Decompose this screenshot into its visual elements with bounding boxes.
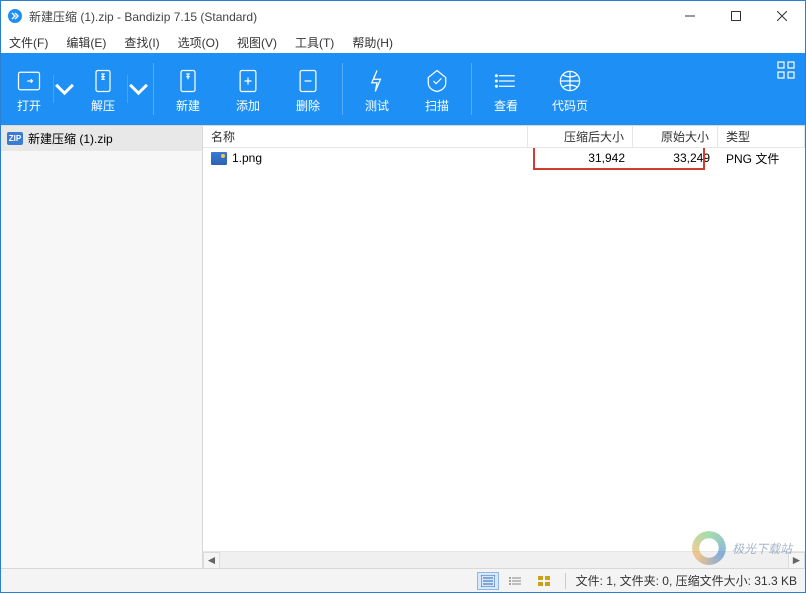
menu-edit[interactable]: 编辑(E) xyxy=(64,32,108,53)
column-original[interactable]: 原始大小 xyxy=(633,126,718,147)
zip-icon: ZIP xyxy=(7,132,23,145)
test-icon xyxy=(363,67,391,95)
column-type[interactable]: 类型 xyxy=(718,126,805,147)
scroll-right-icon[interactable]: ► xyxy=(788,552,805,569)
window-title: 新建压缩 (1).zip - Bandizip 7.15 (Standard) xyxy=(29,8,257,25)
add-icon xyxy=(234,67,262,95)
close-button[interactable] xyxy=(759,1,805,31)
menu-options[interactable]: 选项(O) xyxy=(176,32,221,53)
column-name[interactable]: 名称 xyxy=(203,126,528,147)
menu-view[interactable]: 视图(V) xyxy=(235,32,279,53)
tree-root-label: 新建压缩 (1).zip xyxy=(28,130,113,147)
tree-panel: ZIP 新建压缩 (1).zip xyxy=(1,126,203,568)
column-headers: 名称 压缩后大小 原始大小 类型 xyxy=(203,126,805,148)
minimize-button[interactable] xyxy=(667,1,713,31)
menu-file[interactable]: 文件(F) xyxy=(7,32,50,53)
view-icons-button[interactable] xyxy=(533,572,555,590)
toolbar: 打开 解压 新建 添加 删除 测试 扫描 查看 代码页 xyxy=(1,53,805,125)
file-original-size: 33,249 xyxy=(633,151,718,165)
horizontal-scrollbar[interactable]: ◄ ► xyxy=(203,551,805,568)
extract-button[interactable]: 解压 xyxy=(75,53,149,125)
view-icon xyxy=(492,67,520,95)
view-button[interactable]: 查看 xyxy=(476,53,536,125)
delete-icon xyxy=(294,67,322,95)
file-list: 名称 压缩后大小 原始大小 类型 1.png 31,942 33,249 PNG… xyxy=(203,126,805,568)
app-icon xyxy=(7,8,23,24)
new-icon xyxy=(174,67,202,95)
scroll-left-icon[interactable]: ◄ xyxy=(203,552,220,569)
open-button[interactable]: 打开 xyxy=(1,53,75,125)
maximize-button[interactable] xyxy=(713,1,759,31)
menu-tools[interactable]: 工具(T) xyxy=(293,32,336,53)
menubar: 文件(F) 编辑(E) 查找(I) 选项(O) 视图(V) 工具(T) 帮助(H… xyxy=(1,31,805,53)
file-type: PNG 文件 xyxy=(718,150,805,167)
delete-button[interactable]: 删除 xyxy=(278,53,338,125)
scan-button[interactable]: 扫描 xyxy=(407,53,467,125)
scan-icon xyxy=(423,67,451,95)
menu-help[interactable]: 帮助(H) xyxy=(350,32,395,53)
image-file-icon xyxy=(211,152,227,165)
file-name: 1.png xyxy=(232,151,262,165)
view-list-button[interactable] xyxy=(505,572,527,590)
open-dropdown-icon[interactable] xyxy=(53,75,75,103)
view-details-button[interactable] xyxy=(477,572,499,590)
table-row[interactable]: 1.png 31,942 33,249 PNG 文件 xyxy=(203,148,805,168)
codepage-icon xyxy=(556,67,584,95)
file-rows: 1.png 31,942 33,249 PNG 文件 xyxy=(203,148,805,551)
open-icon xyxy=(15,67,43,95)
new-button[interactable]: 新建 xyxy=(158,53,218,125)
titlebar: 新建压缩 (1).zip - Bandizip 7.15 (Standard) xyxy=(1,1,805,31)
tree-root-node[interactable]: ZIP 新建压缩 (1).zip xyxy=(1,126,202,151)
status-bar: 文件: 1, 文件夹: 0, 压缩文件大小: 31.3 KB xyxy=(1,568,805,592)
add-button[interactable]: 添加 xyxy=(218,53,278,125)
test-button[interactable]: 测试 xyxy=(347,53,407,125)
column-compressed[interactable]: 压缩后大小 xyxy=(528,126,633,147)
codepage-button[interactable]: 代码页 xyxy=(536,53,604,125)
extract-icon xyxy=(89,67,117,95)
menu-find[interactable]: 查找(I) xyxy=(122,32,161,53)
status-text: 文件: 1, 文件夹: 0, 压缩文件大小: 31.3 KB xyxy=(576,572,797,589)
file-compressed-size: 31,942 xyxy=(528,151,633,165)
main-pane: ZIP 新建压缩 (1).zip 名称 压缩后大小 原始大小 类型 1.png … xyxy=(1,125,805,568)
apps-icon[interactable] xyxy=(777,61,795,82)
extract-dropdown-icon[interactable] xyxy=(127,75,149,103)
